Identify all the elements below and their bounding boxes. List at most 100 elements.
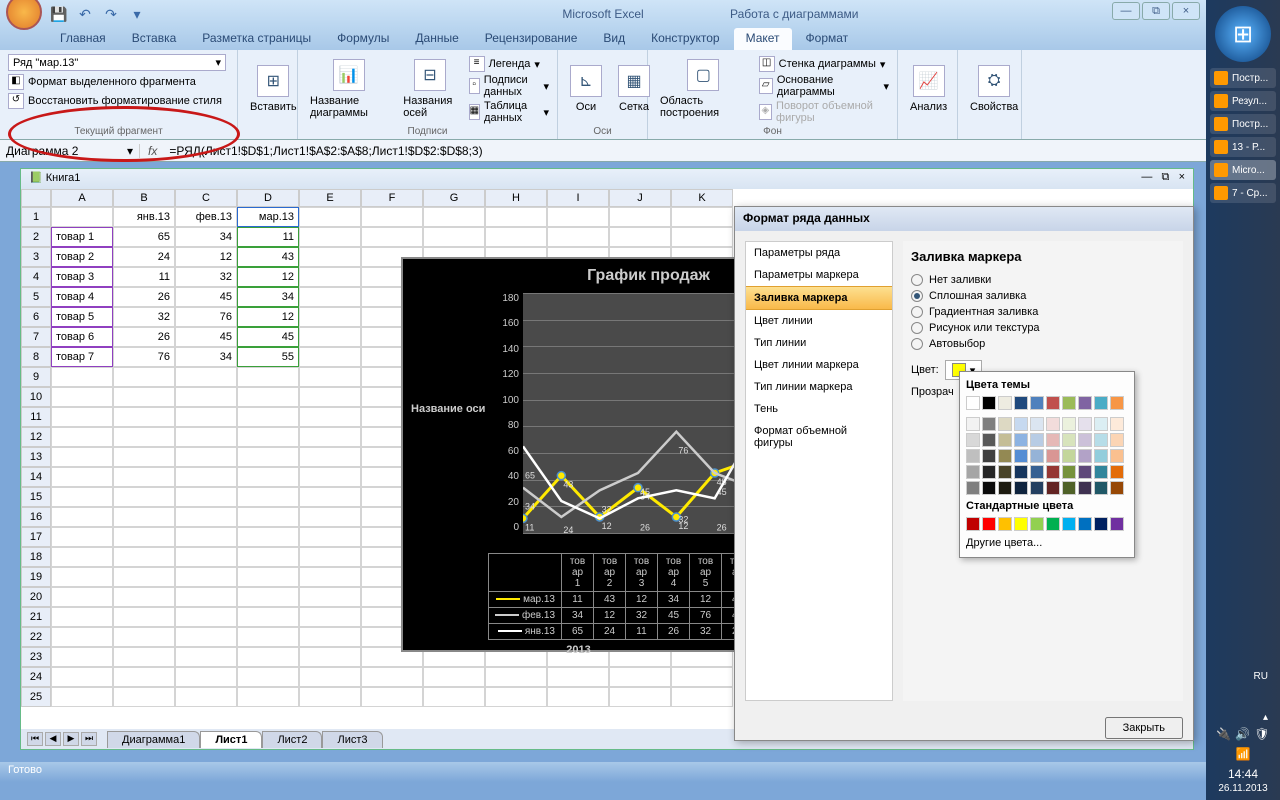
color-swatch[interactable] (1062, 396, 1076, 410)
cell[interactable] (237, 607, 299, 627)
cell[interactable] (51, 527, 113, 547)
color-swatch[interactable] (998, 465, 1012, 479)
color-swatch[interactable] (998, 417, 1012, 431)
cell[interactable] (237, 647, 299, 667)
cell[interactable]: 76 (175, 307, 237, 327)
tab-format[interactable]: Формат (794, 28, 861, 50)
cell[interactable]: 32 (113, 307, 175, 327)
format-selection-button[interactable]: ◧Формат выделенного фрагмента (8, 74, 229, 90)
cell[interactable] (113, 687, 175, 707)
column-header[interactable]: A (51, 189, 113, 207)
row-header[interactable]: 17 (21, 527, 51, 547)
color-swatch[interactable] (1062, 465, 1076, 479)
cell[interactable] (51, 487, 113, 507)
chart-wall-button[interactable]: ◫Стенка диаграммы ▾ (759, 56, 889, 72)
cell[interactable]: товар 5 (51, 307, 113, 327)
cell[interactable] (113, 467, 175, 487)
analysis-button[interactable]: 📈Анализ (906, 63, 951, 115)
insert-button[interactable]: ⊞Вставить (246, 63, 301, 115)
cell[interactable]: 43 (237, 247, 299, 267)
cell[interactable] (299, 307, 361, 327)
cell[interactable] (51, 687, 113, 707)
cell[interactable] (299, 287, 361, 307)
cell[interactable] (51, 427, 113, 447)
cell[interactable] (51, 387, 113, 407)
cell[interactable] (175, 527, 237, 547)
color-swatch[interactable] (966, 481, 980, 495)
color-swatch[interactable] (1030, 396, 1044, 410)
cell[interactable] (237, 387, 299, 407)
cell[interactable] (113, 367, 175, 387)
3d-rotation-button[interactable]: ◈Поворот объемной фигуры (759, 100, 889, 124)
cell[interactable]: 32 (175, 267, 237, 287)
sheet-nav-last[interactable]: ⏭ (81, 732, 97, 746)
data-labels-button[interactable]: ▫Подписи данных ▾ (469, 74, 549, 98)
cell[interactable] (299, 267, 361, 287)
tab-page-layout[interactable]: Разметка страницы (190, 28, 323, 50)
cell[interactable] (485, 687, 547, 707)
cell[interactable] (671, 687, 733, 707)
cell[interactable] (51, 207, 113, 227)
dialog-nav-item[interactable]: Тень (746, 398, 892, 420)
cell[interactable] (237, 587, 299, 607)
cell[interactable] (299, 407, 361, 427)
column-header[interactable]: E (299, 189, 361, 207)
cell[interactable] (671, 667, 733, 687)
cell[interactable] (237, 527, 299, 547)
sheet-tab[interactable]: Лист2 (262, 731, 322, 748)
cell[interactable] (299, 647, 361, 667)
color-swatch[interactable] (982, 517, 996, 531)
cell[interactable] (113, 507, 175, 527)
dialog-nav-item[interactable]: Параметры маркера (746, 264, 892, 286)
cell[interactable] (51, 547, 113, 567)
cell[interactable] (299, 247, 361, 267)
radio-option[interactable]: Сплошная заливка (911, 290, 1175, 302)
row-header[interactable]: 14 (21, 467, 51, 487)
cell[interactable] (299, 447, 361, 467)
row-header[interactable]: 15 (21, 487, 51, 507)
cell[interactable] (423, 227, 485, 247)
color-swatch[interactable] (1094, 396, 1108, 410)
cell[interactable]: 65 (113, 227, 175, 247)
cell[interactable]: товар 3 (51, 267, 113, 287)
color-swatch[interactable] (1030, 449, 1044, 463)
row-header[interactable]: 7 (21, 327, 51, 347)
color-swatch[interactable] (1030, 517, 1044, 531)
cell[interactable]: товар 6 (51, 327, 113, 347)
formula-input[interactable]: =РЯД(Лист1!$D$1;Лист1!$A$2:$A$8;Лист1!$D… (165, 144, 1206, 158)
cell[interactable] (113, 667, 175, 687)
color-swatch[interactable] (998, 517, 1012, 531)
name-box[interactable]: Диаграмма 2▾ (0, 144, 140, 158)
cell[interactable]: 12 (237, 307, 299, 327)
cell[interactable] (671, 207, 733, 227)
chart-floor-button[interactable]: ▱Основание диаграммы ▾ (759, 74, 889, 98)
sheet-tab[interactable]: Диаграмма1 (107, 731, 200, 748)
start-button[interactable]: ⊞ (1215, 6, 1271, 62)
color-swatch[interactable] (1014, 433, 1028, 447)
cell[interactable] (51, 447, 113, 467)
color-swatch[interactable] (1110, 481, 1124, 495)
row-header[interactable]: 13 (21, 447, 51, 467)
cell[interactable] (299, 687, 361, 707)
column-header[interactable]: J (609, 189, 671, 207)
color-swatch[interactable] (982, 449, 996, 463)
plot-area-button[interactable]: ▢Область построения (656, 57, 751, 121)
row-header[interactable]: 16 (21, 507, 51, 527)
cell[interactable] (547, 687, 609, 707)
cell[interactable] (175, 387, 237, 407)
tab-review[interactable]: Рецензирование (473, 28, 590, 50)
cell[interactable]: фев.13 (175, 207, 237, 227)
row-header[interactable]: 24 (21, 667, 51, 687)
row-header[interactable]: 2 (21, 227, 51, 247)
fx-icon[interactable]: fx (140, 144, 165, 158)
cell[interactable] (175, 567, 237, 587)
cell[interactable] (51, 647, 113, 667)
cell[interactable] (299, 487, 361, 507)
taskbar-item[interactable]: Постр... (1210, 68, 1276, 88)
row-header[interactable]: 18 (21, 547, 51, 567)
color-swatch[interactable] (1078, 465, 1092, 479)
sheet-tab[interactable]: Лист1 (200, 731, 262, 748)
cell[interactable] (113, 587, 175, 607)
cell[interactable] (175, 407, 237, 427)
row-header[interactable]: 6 (21, 307, 51, 327)
